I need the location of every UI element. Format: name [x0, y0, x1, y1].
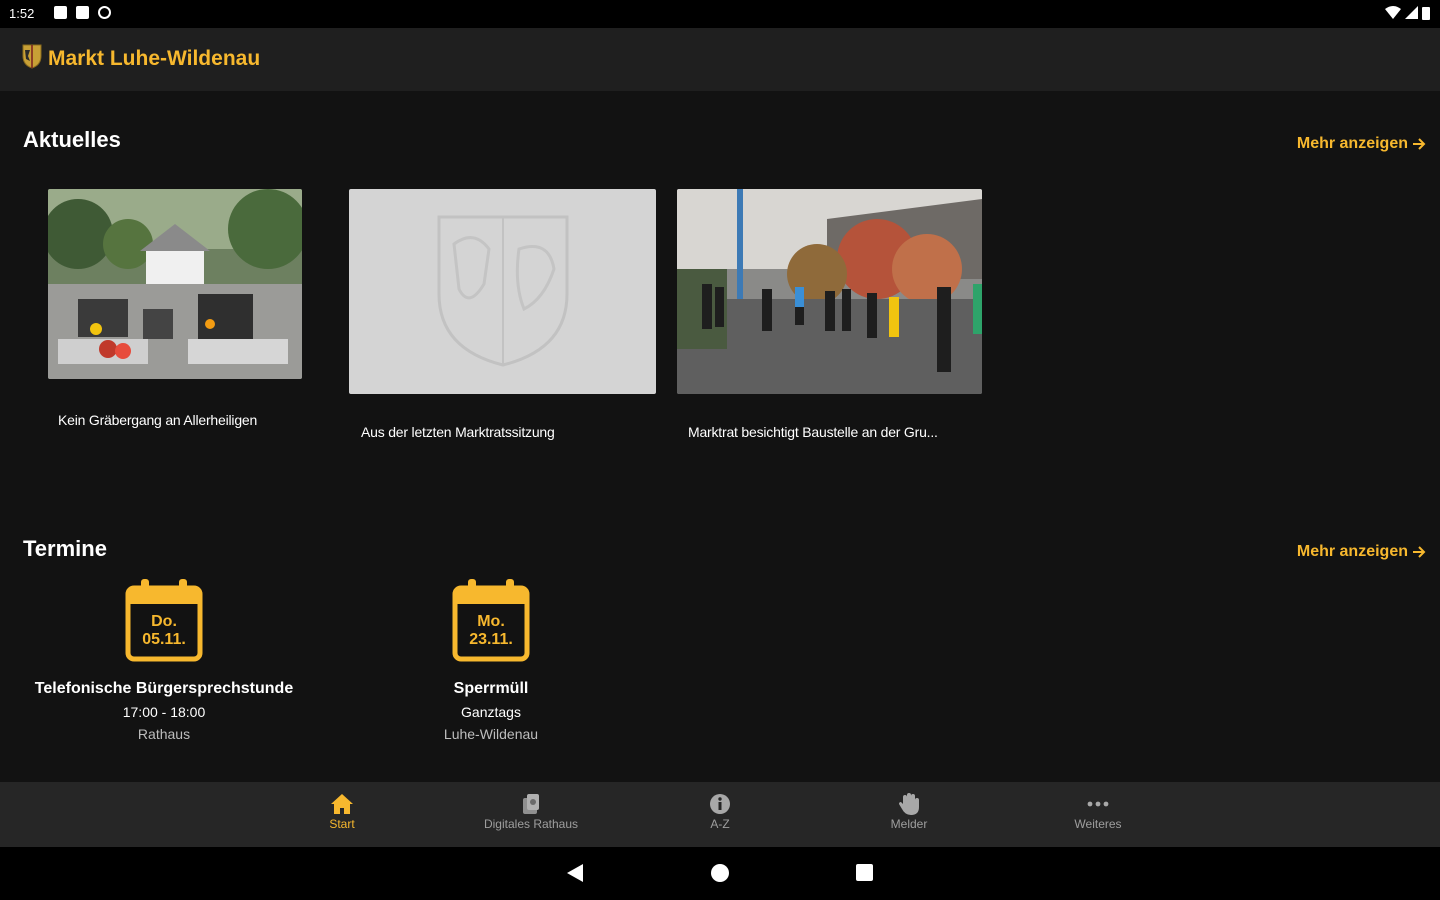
home-icon — [267, 790, 417, 818]
hand-icon — [834, 790, 984, 818]
event-time: Ganztags — [461, 704, 521, 720]
news-image-construction-site — [677, 189, 982, 394]
system-icons — [1385, 6, 1430, 20]
news-section-title: Aktuelles — [23, 127, 121, 152]
event-day: Do. — [151, 613, 177, 630]
news-caption: Marktrat besichtigt Baustelle an der Gru… — [688, 424, 938, 440]
status-bar: 1:52 — [0, 0, 1440, 28]
home-button-icon[interactable] — [710, 863, 730, 883]
event-date: 23.11. — [469, 631, 513, 648]
events-more-link[interactable]: Mehr anzeigen — [1297, 543, 1426, 561]
nav-item-start[interactable]: Start — [267, 790, 417, 831]
news-more-label: Mehr anzeigen — [1296, 135, 1408, 152]
nav-label: Weiteres — [1074, 817, 1122, 831]
event-location: Luhe-Wildenau — [443, 726, 539, 742]
events-more-label: Mehr anzeigen — [1296, 543, 1408, 560]
events-section-title: Termine — [23, 536, 107, 561]
arrow-right-icon — [1413, 138, 1426, 150]
notification-icon — [54, 6, 67, 19]
app-bar: Markt Luhe-Wildenau — [0, 28, 1440, 91]
event-date: 05.11. — [142, 631, 186, 648]
status-time: 1:52 — [9, 6, 35, 21]
cell-signal-icon — [1405, 6, 1418, 19]
event-time: 17:00 - 18:00 — [122, 704, 206, 720]
sync-icon — [98, 6, 111, 19]
sd-card-icon — [76, 6, 89, 19]
news-caption: Aus der letzten Marktratssitzung — [361, 424, 555, 440]
nav-item-weiteres[interactable]: Weiteres — [1023, 790, 1173, 831]
recents-icon[interactable] — [855, 863, 874, 882]
news-caption: Kein Gräbergang an Allerheiligen — [58, 412, 258, 428]
event-day: Mo. — [477, 613, 505, 630]
town-hall-icon — [456, 790, 606, 818]
nav-label: Melder — [890, 817, 928, 831]
event-item[interactable]: Do. 05.11. Telefonische Bürgersprechstun… — [14, 578, 314, 742]
event-title: Telefonische Bürgersprechstunde — [34, 680, 294, 697]
arrow-right-icon — [1413, 546, 1426, 558]
calendar-icon: Mo. 23.11. — [452, 578, 530, 662]
app-title: Markt Luhe-Wildenau — [48, 47, 261, 70]
notification-icons — [54, 6, 111, 19]
news-more-link[interactable]: Mehr anzeigen — [1297, 135, 1426, 153]
back-icon[interactable] — [566, 863, 584, 883]
nav-item-melder[interactable]: Melder — [834, 790, 984, 831]
coat-of-arms-watermark-icon — [437, 215, 569, 367]
wifi-icon — [1385, 6, 1401, 19]
news-image-cemetery — [48, 189, 302, 379]
nav-label: Start — [329, 817, 355, 831]
event-location: Rathaus — [137, 726, 191, 742]
event-title: Sperrmüll — [453, 680, 529, 697]
battery-icon — [1422, 7, 1430, 20]
nav-item-digitales-rathaus[interactable]: Digitales Rathaus — [456, 790, 606, 831]
more-icon — [1023, 790, 1173, 818]
bottom-navigation: Start Digitales Rathaus A-Z Melder Weite… — [0, 782, 1440, 847]
event-item[interactable]: Mo. 23.11. Sperrmüll Ganztags Luhe-Wilde… — [341, 578, 641, 742]
calendar-icon: Do. 05.11. — [125, 578, 203, 662]
coat-of-arms-icon — [22, 44, 42, 69]
info-icon — [645, 790, 795, 818]
news-image-placeholder — [349, 189, 656, 394]
nav-label: Digitales Rathaus — [483, 817, 579, 831]
system-navigation-bar — [0, 847, 1440, 900]
nav-label: A-Z — [710, 817, 730, 831]
nav-item-a-z[interactable]: A-Z — [645, 790, 795, 831]
